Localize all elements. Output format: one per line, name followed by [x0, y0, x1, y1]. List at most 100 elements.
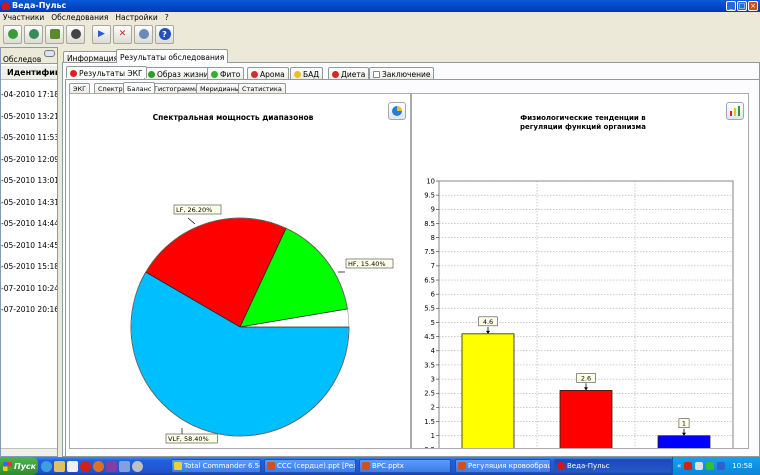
tab-balance[interactable]: Баланс: [123, 82, 156, 93]
tab-supplements[interactable]: БАД: [290, 67, 324, 79]
heart-icon: [70, 69, 77, 77]
value-label: 4.6: [483, 318, 493, 326]
tab-label: Результаты ЭКГ: [79, 68, 143, 78]
close-icon[interactable]: ×: [748, 1, 758, 11]
task-pptx[interactable]: ВРС.pptx: [359, 459, 451, 473]
powerpoint-icon: [267, 462, 275, 470]
tab-label: Меридианы: [200, 85, 241, 93]
folder-icon[interactable]: [54, 461, 65, 472]
ecg-button[interactable]: [45, 24, 64, 44]
tab-label: Фито: [220, 69, 241, 79]
menu-bar: Участники Обследования Настройки ?: [0, 12, 760, 23]
identifier-column-header[interactable]: Идентификат: [1, 66, 57, 80]
tab-aroma[interactable]: Арома: [247, 67, 289, 79]
menu-help[interactable]: ?: [165, 13, 169, 22]
document-icon[interactable]: [67, 461, 78, 472]
list-item[interactable]: -07-2010 10:24: [1, 284, 57, 306]
bar: [461, 333, 515, 448]
bar-chart-title-line2: регуляции функций организма: [520, 123, 646, 131]
task-label: Total Commander 6.54a ...: [184, 462, 260, 470]
remove-user-button[interactable]: [24, 24, 43, 44]
list-item[interactable]: -05-2010 11:53 [: [1, 133, 57, 155]
tab-ecg[interactable]: ЭКГ: [69, 83, 91, 93]
value-label: 1: [682, 420, 686, 428]
tab-label: Гистограмма: [154, 85, 199, 93]
y-tick-label: 9: [431, 206, 435, 214]
y-tick-label: 10: [426, 177, 435, 185]
task-total-commander[interactable]: Total Commander 6.54a ...: [171, 459, 261, 473]
sound-icon[interactable]: [132, 461, 143, 472]
list-item[interactable]: -05-2010 14:45 [: [1, 241, 57, 263]
y-tick-label: 6.5: [424, 276, 435, 284]
list-item[interactable]: -05-2010 15:18 [: [1, 262, 57, 284]
y-tick-label: 3.5: [424, 361, 435, 369]
list-item[interactable]: -05-2010 12:09 [: [1, 155, 57, 177]
examinations-list: -04-2010 17:18 -05-2010 13:21 -05-2010 1…: [1, 90, 57, 327]
play-button[interactable]: ▶: [92, 24, 111, 44]
media-icon[interactable]: [106, 461, 117, 472]
help-button[interactable]: ?: [155, 24, 174, 44]
add-user-button[interactable]: [3, 24, 22, 44]
maximize-icon[interactable]: □: [737, 1, 747, 11]
task-veda-puls[interactable]: Веда-Пульс: [554, 459, 672, 473]
cancel-icon: ✕: [118, 29, 127, 39]
tab-ecg-results[interactable]: Результаты ЭКГ: [66, 66, 147, 78]
bar-chart: Физиологические тенденции в регуляции фу…: [424, 114, 734, 448]
chevron-left-icon[interactable]: «: [677, 462, 681, 470]
list-item[interactable]: -05-2010 14:44 [: [1, 219, 57, 241]
pie-chart-panel: Спектральная мощность диапазонов LF, 26.…: [69, 93, 411, 449]
list-item[interactable]: -04-2010 17:18: [1, 90, 57, 112]
window-controls: _ □ ×: [726, 1, 758, 11]
task-regulation[interactable]: Регуляция кровообращ...: [455, 459, 551, 473]
tab-label: Диета: [341, 69, 366, 79]
firefox-icon[interactable]: [93, 461, 104, 472]
tab-phyto[interactable]: Фито: [207, 67, 245, 79]
menu-participants[interactable]: Участники: [3, 13, 44, 22]
value-label: 2.6: [581, 374, 591, 382]
stop-button[interactable]: ✕: [113, 24, 132, 44]
tab-diet[interactable]: Диета: [328, 67, 370, 79]
tab-meridians[interactable]: Меридианы: [196, 83, 245, 93]
tab-label: Спектр: [98, 85, 123, 93]
speaker-icon[interactable]: [695, 462, 704, 470]
ecg-icon: [49, 29, 60, 39]
y-tick-label: 8.5: [424, 220, 435, 228]
main-area: Информация Результаты обследования Резул…: [60, 47, 760, 457]
pin-icon[interactable]: [44, 50, 55, 57]
chrome-icon[interactable]: [41, 461, 52, 472]
opera-icon[interactable]: [80, 461, 91, 472]
menu-examinations[interactable]: Обследования: [51, 13, 108, 22]
search-button[interactable]: [66, 24, 85, 44]
list-item[interactable]: -05-2010 13:01: [1, 176, 57, 198]
settings-button[interactable]: [134, 24, 153, 44]
tab-statistics[interactable]: Статистика: [238, 83, 286, 93]
tab-examination-results[interactable]: Результаты обследования: [116, 49, 229, 63]
examinations-tab[interactable]: Обследов: [1, 48, 57, 64]
play-icon: ▶: [98, 29, 105, 39]
task-label: Веда-Пульс: [567, 462, 610, 470]
network-icon[interactable]: [706, 462, 715, 470]
y-tick-label: 5.5: [424, 305, 435, 313]
y-tick-label: 7.5: [424, 248, 435, 256]
start-button[interactable]: Пуск: [0, 457, 38, 475]
tab-lifestyle[interactable]: Образ жизни: [144, 67, 213, 79]
tab-spectrum[interactable]: Спектр: [94, 83, 127, 93]
y-tick-label: 6: [431, 291, 435, 299]
toolbar: ▶ ✕ ?: [0, 23, 760, 45]
shield-icon[interactable]: [717, 462, 726, 470]
bar-chart-panel: Физиологические тенденции в регуляции фу…: [411, 93, 749, 449]
list-item[interactable]: -07-2010 20:16 [: [1, 305, 57, 327]
menu-settings[interactable]: Настройки: [115, 13, 157, 22]
minimize-icon[interactable]: _: [726, 1, 736, 11]
powerpoint-icon: [458, 462, 466, 470]
horizontal-scrollbar[interactable]: [1, 448, 57, 456]
flower-icon: [251, 70, 258, 78]
list-item[interactable]: -05-2010 13:21: [1, 112, 57, 134]
tab-histogram[interactable]: Гистограмма: [150, 83, 203, 93]
antivirus-icon[interactable]: [684, 462, 693, 470]
tab-conclusion[interactable]: Заключение: [369, 67, 435, 79]
desktop-icon[interactable]: [119, 461, 130, 472]
list-item[interactable]: -05-2010 14:31 [: [1, 198, 57, 220]
task-powerpoint-heart[interactable]: ССС (сердце).ppt [Реж...: [264, 459, 356, 473]
clock: 10:58: [732, 462, 753, 470]
